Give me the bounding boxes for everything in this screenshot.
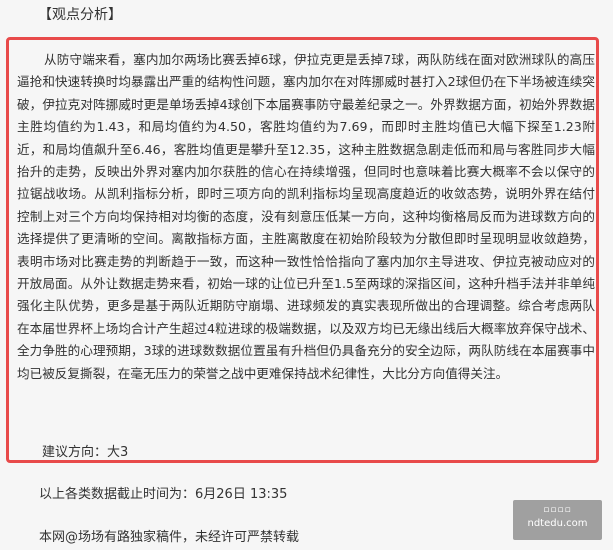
analysis-paragraph: 从防守端来看，塞内加尔两场比赛丢掉6球，伊拉克更是丢掉7球，两队防线在面对欧洲球…	[17, 52, 595, 381]
copyright-notice: 本网@场场有路独家稿件，未经许可严禁转载	[39, 530, 300, 545]
suggestion-text: 建议方向：大3	[42, 445, 129, 460]
watermark-badge: ▫▫▫▫ ndtedu.com	[513, 500, 602, 540]
data-deadline-text: 以上各类数据截止时间为：6月26日 13:35	[39, 487, 288, 502]
section-heading: 【观点分析】	[38, 7, 122, 23]
analysis-box: 从防守端来看，塞内加尔两场比赛丢掉6球，伊拉克更是丢掉7球，两队防线在面对欧洲球…	[6, 37, 599, 463]
watermark-logo-mark: ▫▫▫▫	[543, 505, 572, 515]
watermark-site-text: ndtedu.com	[527, 518, 588, 529]
